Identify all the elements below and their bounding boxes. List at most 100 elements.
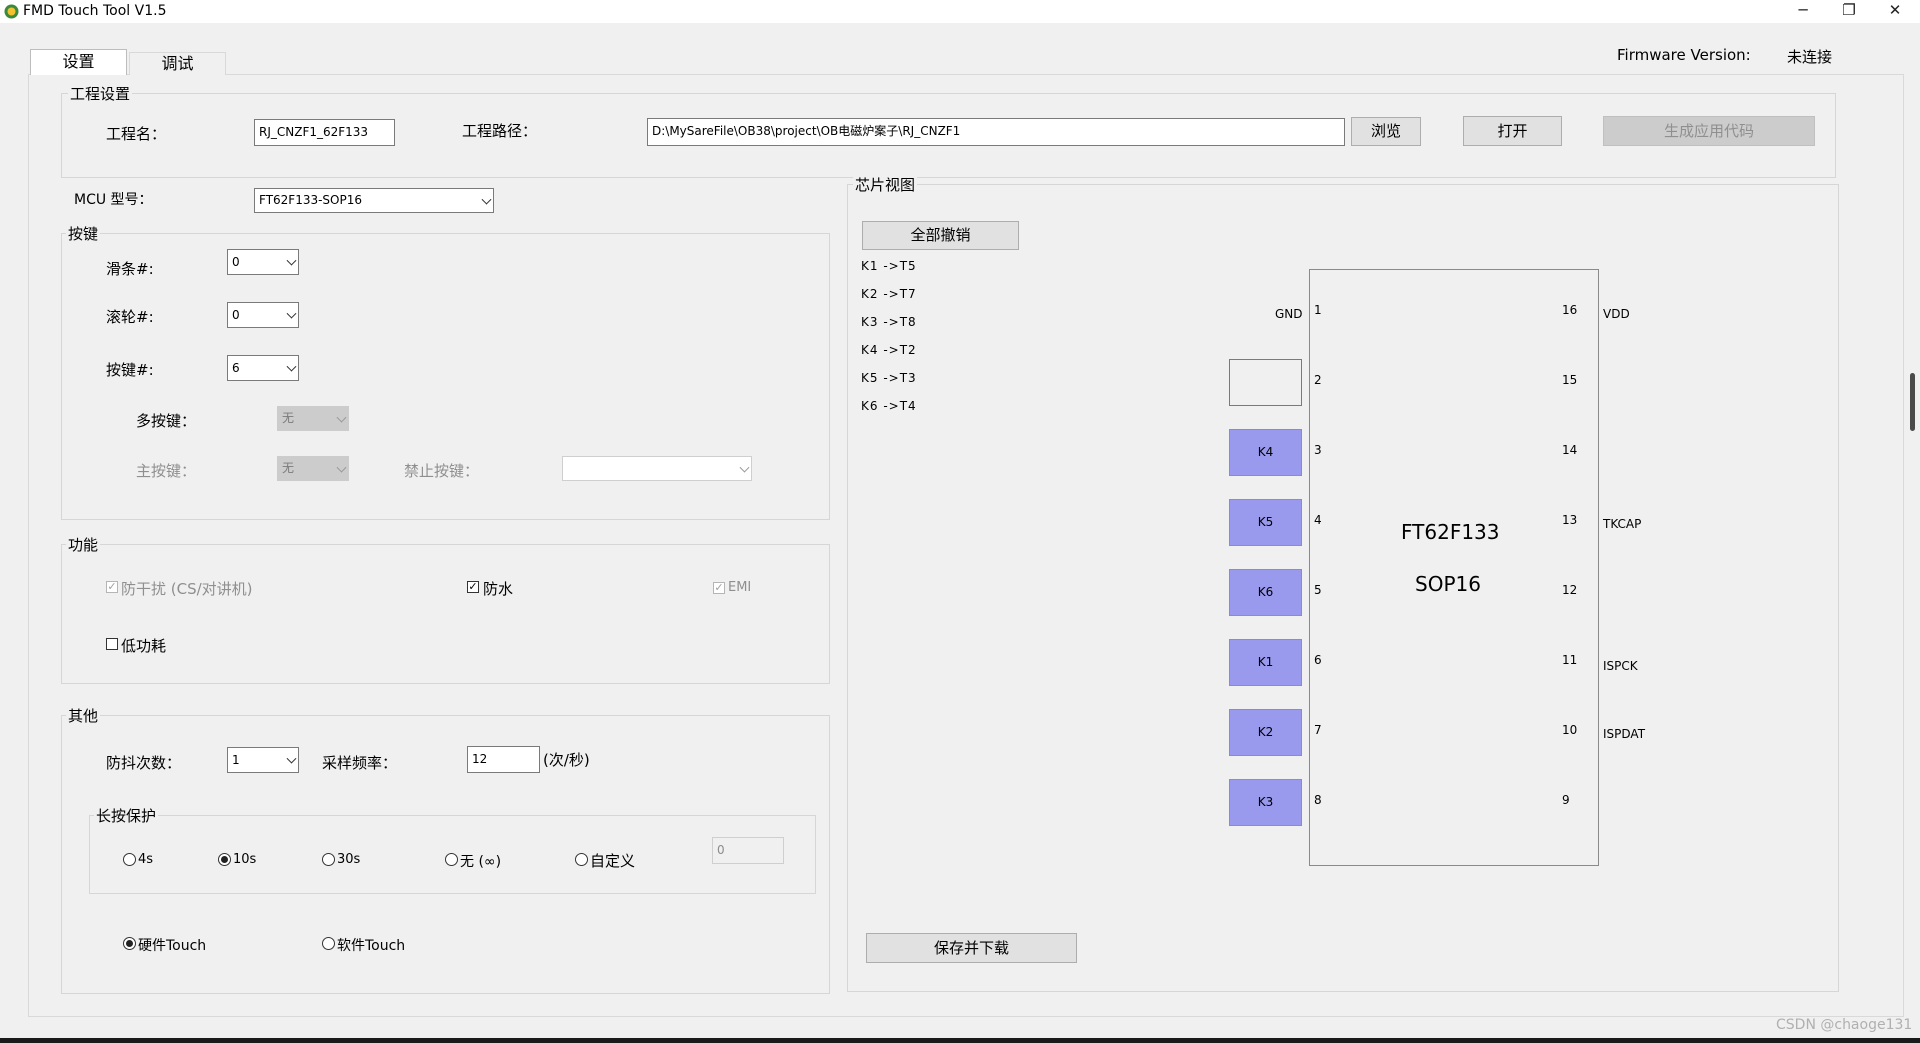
pin-1-number: 1	[1314, 303, 1322, 317]
pin-3-key-slot[interactable]: K4	[1229, 429, 1302, 476]
pin-4-number: 4	[1314, 513, 1322, 527]
project-path-input[interactable]: D:\MySareFile\OB38\project\OB电磁炉案子\RJ_CN…	[647, 118, 1345, 146]
chevron-down-icon	[336, 412, 347, 423]
pin-3-number: 3	[1314, 443, 1322, 457]
forbid-key-select[interactable]	[562, 456, 752, 481]
chip-name: FT62F133	[1401, 520, 1500, 544]
chevron-down-icon	[336, 462, 347, 473]
pin-13-number: 13	[1562, 513, 1578, 527]
bottom-border	[0, 1038, 1920, 1043]
pin-9-number: 9	[1562, 793, 1570, 807]
low-power-checkbox[interactable]	[106, 638, 118, 650]
long-press-legend: 长按保护	[94, 805, 159, 826]
project-name-input[interactable]: RJ_CNZF1_62F133	[254, 119, 395, 146]
long-press-10s-radio[interactable]	[218, 853, 231, 866]
multikey-select[interactable]: 无	[277, 406, 349, 431]
wheel-count-value: 0	[232, 308, 240, 322]
key-mapping-line: K2 ->T7	[861, 287, 917, 301]
debounce-select[interactable]: 1	[227, 747, 299, 773]
pin-6-number: 6	[1314, 653, 1322, 667]
anti-interference-checkbox[interactable]: ✓	[106, 581, 118, 593]
pin-11-name: ISPCK	[1603, 659, 1638, 673]
pin-14-number: 14	[1562, 443, 1578, 457]
long-press-none-radio[interactable]	[445, 853, 458, 866]
wheel-count-label: 滚轮#:	[106, 308, 154, 326]
debounce-label: 防抖次数：	[106, 754, 182, 772]
pin-4-key-slot[interactable]: K5	[1229, 499, 1302, 546]
mcu-model-label: MCU 型号：	[74, 192, 153, 208]
waterproof-checkbox[interactable]: ✓	[467, 581, 479, 593]
firmware-version-value: 未连接	[1787, 48, 1833, 66]
mcu-model-value: FT62F133-SOP16	[259, 193, 362, 207]
pin-10-name: ISPDAT	[1603, 727, 1646, 741]
low-power-label: 低功耗	[121, 637, 167, 655]
restore-icon[interactable]: ❐	[1826, 0, 1872, 23]
chip-package: SOP16	[1415, 572, 1481, 596]
save-download-button[interactable]: 保存并下载	[866, 933, 1077, 963]
multikey-label: 多按键：	[136, 412, 197, 430]
long-press-4s-label: 4s	[138, 852, 154, 867]
long-press-30s-label: 30s	[337, 852, 361, 867]
forbid-key-label: 禁止按键：	[404, 462, 480, 480]
long-press-4s-radio[interactable]	[123, 853, 136, 866]
slider-count-label: 滑条#:	[106, 260, 154, 278]
long-press-10s-label: 10s	[233, 852, 257, 867]
slider-count-select[interactable]: 0	[227, 249, 299, 275]
pin-2-key-slot[interactable]	[1229, 359, 1302, 406]
hardware-touch-radio[interactable]	[123, 937, 136, 950]
chevron-down-icon	[481, 194, 492, 205]
scrollbar-thumb[interactable]	[1910, 373, 1915, 431]
pin-16-name: VDD	[1603, 307, 1630, 321]
chip-view-legend: 芯片视图	[853, 174, 918, 195]
generate-code-button[interactable]: 生成应用代码	[1603, 116, 1815, 146]
key-count-select[interactable]: 6	[227, 355, 299, 381]
chevron-down-icon	[286, 361, 297, 372]
emi-checkbox[interactable]: ✓	[713, 582, 725, 594]
pin-5-key-slot[interactable]: K6	[1229, 569, 1302, 616]
long-press-custom-radio[interactable]	[575, 853, 588, 866]
key-mapping-line: K1 ->T5	[861, 259, 917, 273]
keys-legend: 按键	[66, 223, 101, 244]
chevron-down-icon	[286, 255, 297, 266]
pin-8-number: 8	[1314, 793, 1322, 807]
wheel-count-select[interactable]: 0	[227, 302, 299, 328]
app-logo-icon	[4, 4, 19, 19]
pin-16-number: 16	[1562, 303, 1578, 317]
pin-6-key-slot[interactable]: K1	[1229, 639, 1302, 686]
anti-interference-label: 防干扰 (CS/对讲机)	[121, 580, 253, 598]
pin-1-name: GND	[1275, 307, 1303, 321]
mcu-model-select[interactable]: FT62F133-SOP16	[254, 188, 494, 213]
browse-button[interactable]: 浏览	[1351, 117, 1421, 146]
minimize-icon[interactable]: ─	[1780, 0, 1826, 23]
long-press-custom-label: 自定义	[590, 852, 636, 870]
software-touch-radio[interactable]	[322, 937, 335, 950]
tab-settings[interactable]: 设置	[30, 49, 127, 75]
close-icon[interactable]: ✕	[1872, 0, 1918, 23]
key-mapping-line: K4 ->T2	[861, 343, 917, 357]
pin-10-number: 10	[1562, 723, 1578, 737]
long-press-30s-radio[interactable]	[322, 853, 335, 866]
key-count-value: 6	[232, 361, 240, 375]
chevron-down-icon	[286, 308, 297, 319]
long-press-custom-input[interactable]: 0	[712, 837, 784, 864]
sample-rate-input[interactable]: 12	[467, 746, 540, 773]
undo-all-button[interactable]: 全部撤销	[862, 221, 1019, 250]
tab-debug[interactable]: 调试	[129, 52, 226, 75]
open-button[interactable]: 打开	[1463, 116, 1562, 146]
pin-7-key-slot[interactable]: K2	[1229, 709, 1302, 756]
project-name-label: 工程名：	[106, 125, 167, 143]
window-title: FMD Touch Tool V1.5	[23, 3, 167, 19]
long-press-none-label: 无 (∞)	[460, 854, 502, 870]
features-legend: 功能	[66, 534, 101, 555]
key-mapping-line: K6 ->T4	[861, 399, 917, 413]
hardware-touch-label: 硬件Touch	[138, 938, 207, 954]
multikey-value: 无	[282, 411, 295, 425]
main-key-select[interactable]: 无	[277, 456, 349, 481]
key-count-label: 按键#:	[106, 361, 154, 379]
software-touch-label: 软件Touch	[337, 938, 406, 954]
pin-8-key-slot[interactable]: K3	[1229, 779, 1302, 826]
pin-7-number: 7	[1314, 723, 1322, 737]
waterproof-label: 防水	[483, 580, 514, 598]
main-key-value: 无	[282, 461, 295, 475]
pin-15-number: 15	[1562, 373, 1578, 387]
